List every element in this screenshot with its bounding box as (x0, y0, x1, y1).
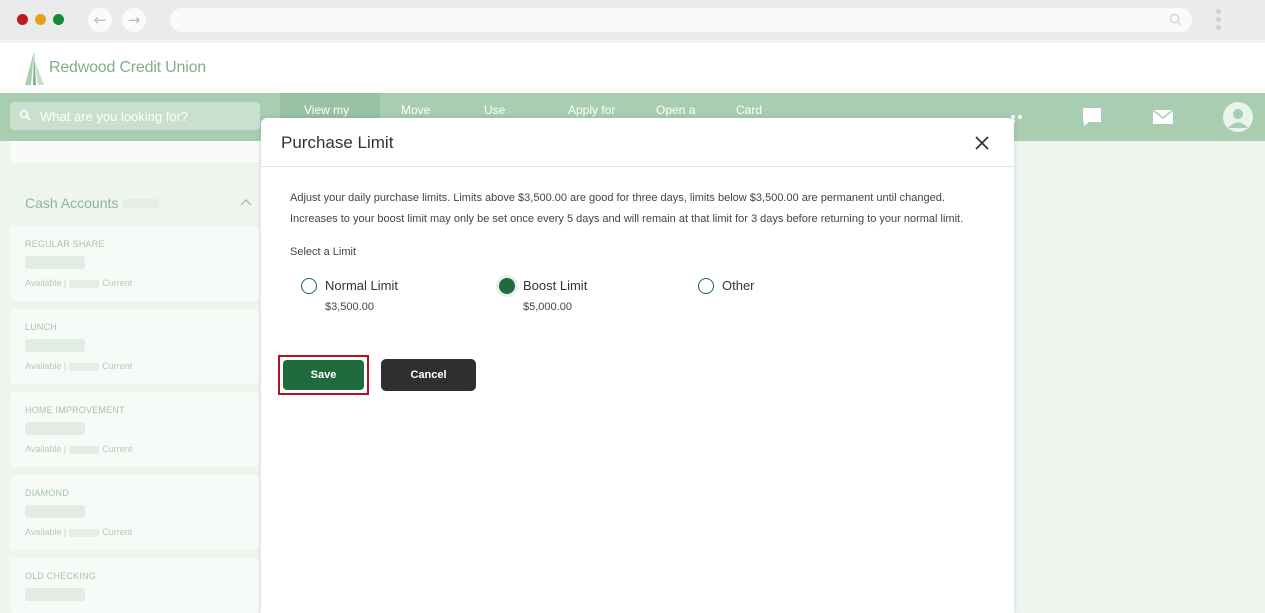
radio-label[interactable]: Normal Limit (325, 278, 398, 293)
sidebar-card-partial (10, 141, 259, 163)
current-label: Current (102, 444, 133, 454)
address-bar[interactable] (170, 8, 1192, 32)
radio-normal-limit[interactable]: Normal Limit (301, 277, 441, 295)
search-input[interactable]: What are you looking for? (10, 102, 260, 130)
radio-boost-limit[interactable]: Boost Limit (499, 277, 639, 295)
account-balance-line: Available | Current (25, 278, 133, 288)
avatar[interactable] (1223, 102, 1253, 132)
normal-limit-amount: $3,500.00 (325, 301, 374, 313)
sidebar: Cash Accounts REGULAR SHARE Available | C… (0, 141, 270, 613)
account-balance-blurred (25, 256, 85, 269)
modal-title: Purchase Limit (281, 133, 394, 152)
mail-icon[interactable] (1152, 107, 1174, 127)
close-icon[interactable] (972, 133, 992, 153)
nav-item-open-a[interactable]: Open a (656, 103, 695, 117)
modal-description: Adjust your daily purchase limits. Limit… (290, 188, 1000, 230)
save-button[interactable]: Save (283, 360, 364, 390)
account-card[interactable]: HOME IMPROVEMENT Available | Current (10, 392, 259, 467)
chat-icon[interactable] (1081, 107, 1103, 127)
browser-chrome: ← → (0, 0, 1265, 40)
account-card[interactable]: REGULAR SHARE Available | Current (10, 226, 259, 301)
radio-label[interactable]: Other (722, 278, 755, 293)
account-balance-blurred (25, 422, 85, 435)
available-label: Available (25, 444, 62, 454)
arrow-left-icon[interactable]: ← (88, 8, 112, 32)
radio-label[interactable]: Boost Limit (523, 278, 587, 293)
search-icon (19, 109, 31, 121)
section-count-blurred (123, 199, 159, 208)
available-label: Available (25, 278, 62, 288)
radio-button-checked[interactable] (499, 278, 515, 294)
more-icon[interactable] (1011, 115, 1031, 123)
current-label: Current (102, 527, 133, 537)
nav-item-view-my[interactable]: View my (304, 103, 349, 117)
nav-item-use[interactable]: Use (484, 103, 505, 117)
arrow-right-icon[interactable]: → (122, 8, 146, 32)
nav-item-move[interactable]: Move (401, 103, 430, 117)
chevron-up-icon[interactable] (240, 198, 252, 206)
account-card[interactable]: DIAMOND Available | Current (10, 475, 259, 550)
search-placeholder: What are you looking for? (40, 109, 189, 124)
save-button-highlight: Save (278, 355, 369, 395)
window-close-dot[interactable] (17, 14, 28, 25)
account-balance-blurred (25, 339, 85, 352)
account-name: HOME IMPROVEMENT (25, 405, 125, 415)
modal-header: Purchase Limit (261, 118, 1014, 167)
window-minimize-dot[interactable] (35, 14, 46, 25)
search-icon (1169, 13, 1182, 26)
select-limit-label: Select a Limit (290, 246, 357, 258)
available-label: Available (25, 361, 62, 371)
account-balance-line: Available | Current (25, 361, 133, 371)
account-name: DIAMOND (25, 488, 69, 498)
account-balance-line: Available | Current (25, 444, 133, 454)
radio-other[interactable]: Other (698, 277, 798, 295)
account-name: OLD CHECKING (25, 571, 96, 581)
nav-item-apply-for[interactable]: Apply for (568, 103, 615, 117)
nav-item-card[interactable]: Card (736, 103, 762, 117)
cancel-button[interactable]: Cancel (381, 359, 476, 391)
user-icon (1228, 109, 1248, 128)
browser-menu-icon[interactable] (1216, 9, 1222, 31)
boost-limit-amount: $5,000.00 (523, 301, 572, 313)
site-header: Redwood Credit Union (0, 43, 1265, 93)
account-name: LUNCH (25, 322, 58, 332)
redwood-tree-logo-icon[interactable] (23, 51, 45, 85)
account-balance-line: Available | Current (25, 527, 133, 537)
account-balance-blurred (25, 505, 85, 518)
description-line-2: Increases to your boost limit may only b… (290, 213, 964, 225)
section-title[interactable]: Cash Accounts (25, 195, 118, 211)
logo-text[interactable]: Redwood Credit Union (49, 59, 206, 77)
account-balance-blurred (25, 588, 85, 601)
description-line-1: Adjust your daily purchase limits. Limit… (290, 192, 945, 204)
window-maximize-dot[interactable] (53, 14, 64, 25)
current-label: Current (102, 278, 133, 288)
account-name: REGULAR SHARE (25, 239, 105, 249)
current-label: Current (102, 361, 133, 371)
radio-button[interactable] (698, 278, 714, 294)
purchase-limit-modal: Purchase Limit Adjust your daily purchas… (261, 118, 1014, 613)
available-label: Available (25, 527, 62, 537)
radio-button[interactable] (301, 278, 317, 294)
account-card[interactable]: LUNCH Available | Current (10, 309, 259, 384)
account-card[interactable]: OLD CHECKING (10, 558, 259, 613)
